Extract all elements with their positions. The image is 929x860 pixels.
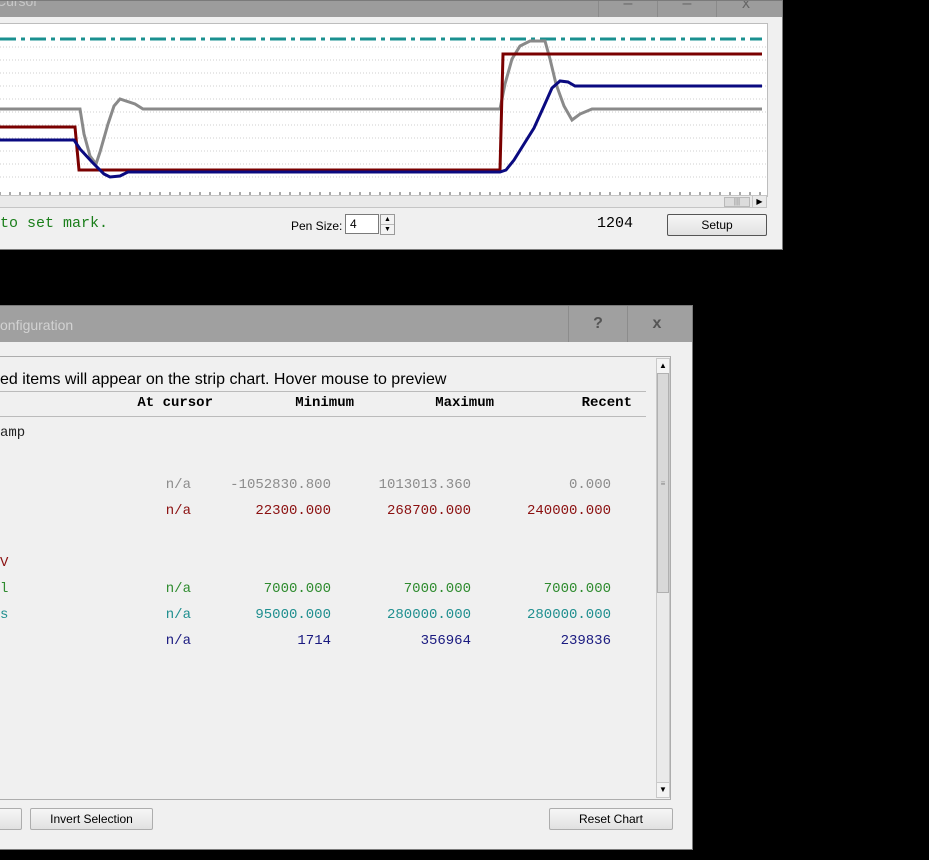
cell-minimum: 95000.000 — [255, 607, 331, 623]
cell-minimum: -1052830.800 — [230, 477, 331, 493]
maximize-button[interactable]: – — [657, 1, 716, 17]
cell-at-cursor: n/a — [165, 581, 191, 597]
setup-button[interactable]: Setup — [667, 214, 767, 236]
header-recent: Recent — [581, 395, 632, 411]
cell-recent: 280000.000 — [526, 607, 611, 623]
cell-minimum: 1714 — [297, 633, 331, 649]
cell-maximum: 268700.000 — [386, 503, 471, 519]
item-name: V — [0, 555, 9, 571]
item-name: l — [0, 581, 9, 597]
table-row[interactable]: n/a 1714 356964 239836 — [0, 633, 646, 653]
strip-title-bar[interactable]: Cursor – – x — [0, 1, 782, 17]
close-button[interactable]: x — [716, 1, 775, 17]
cell-at-cursor: n/a — [165, 503, 191, 519]
strip-chart-window: Cursor – – x ||| ▶ to set mark. Pen Size… — [0, 0, 783, 250]
cell-maximum: 7000.000 — [403, 581, 471, 597]
instructions-text: ed items will appear on the strip chart.… — [0, 371, 447, 388]
cell-maximum: 1013013.360 — [378, 477, 471, 493]
pen-size-spinner[interactable]: ▲ ▼ — [380, 214, 395, 235]
strip-chart-svg — [0, 37, 767, 196]
pen-size-input[interactable]: 4 — [345, 214, 379, 234]
cell-at-cursor: n/a — [165, 607, 191, 623]
table-row[interactable]: n/a 22300.000 268700.000 240000.000 — [0, 503, 646, 523]
config-window-title: onfiguration — [0, 317, 74, 333]
header-at-cursor: At cursor — [137, 395, 213, 411]
cell-at-cursor: n/a — [165, 477, 191, 493]
cell-recent: 7000.000 — [543, 581, 611, 597]
header-minimum: Minimum — [295, 395, 354, 411]
config-title-bar[interactable]: onfiguration ? x — [0, 306, 692, 342]
reset-chart-button[interactable]: Reset Chart — [549, 808, 673, 830]
list-vertical-scrollbar[interactable]: ▲ ≡ ▼ — [656, 358, 670, 798]
item-name: s — [0, 607, 9, 623]
strip-chart-plot[interactable] — [0, 23, 768, 197]
chart-horizontal-scrollbar[interactable]: ||| ▶ — [0, 195, 767, 208]
configuration-dialog: onfiguration ? x ed items will appear on… — [0, 305, 693, 850]
pen-size-label: Pen Size: — [291, 219, 343, 233]
cell-maximum: 280000.000 — [386, 607, 471, 623]
series-gray-line — [0, 39, 762, 168]
partial-button[interactable] — [0, 808, 22, 830]
spin-down-icon[interactable]: ▼ — [381, 225, 394, 234]
table-row[interactable]: V — [0, 555, 646, 575]
scroll-down-arrow-icon[interactable]: ▼ — [657, 782, 669, 797]
cell-maximum: 356964 — [420, 633, 471, 649]
item-name: amp — [0, 425, 26, 441]
cell-recent: 240000.000 — [526, 503, 611, 519]
table-row[interactable]: n/a -1052830.800 1013013.360 0.000 — [0, 477, 646, 497]
cell-at-cursor: n/a — [165, 633, 191, 649]
scrollbar-thumb[interactable]: ||| — [724, 197, 750, 207]
scrollbar-thumb[interactable]: ≡ — [657, 373, 669, 593]
table-row[interactable]: s n/a 95000.000 280000.000 280000.000 — [0, 607, 646, 627]
scroll-right-arrow-icon[interactable]: ▶ — [752, 196, 766, 207]
column-header-row: At cursor Minimum Maximum Recent — [0, 391, 646, 417]
cell-minimum: 7000.000 — [263, 581, 331, 597]
table-row[interactable]: amp — [0, 425, 646, 445]
header-maximum: Maximum — [435, 395, 494, 411]
spin-up-icon[interactable]: ▲ — [381, 215, 394, 225]
status-hint: to set mark. — [0, 215, 109, 232]
strip-window-title: Cursor — [0, 1, 39, 9]
close-button[interactable]: x — [627, 306, 686, 342]
table-row[interactable]: l n/a 7000.000 7000.000 7000.000 — [0, 581, 646, 601]
help-button[interactable]: ? — [568, 306, 627, 342]
scroll-up-arrow-icon[interactable]: ▲ — [657, 359, 669, 374]
series-navy-line — [0, 79, 762, 179]
invert-selection-button[interactable]: Invert Selection — [30, 808, 153, 830]
item-list-panel: ed items will appear on the strip chart.… — [0, 356, 671, 800]
cell-recent: 0.000 — [568, 477, 611, 493]
cell-minimum: 22300.000 — [255, 503, 331, 519]
minimize-button[interactable]: – — [598, 1, 657, 17]
cell-recent: 239836 — [560, 633, 611, 649]
grid-lines — [0, 46, 767, 178]
cursor-position-value: 1204 — [597, 215, 634, 232]
